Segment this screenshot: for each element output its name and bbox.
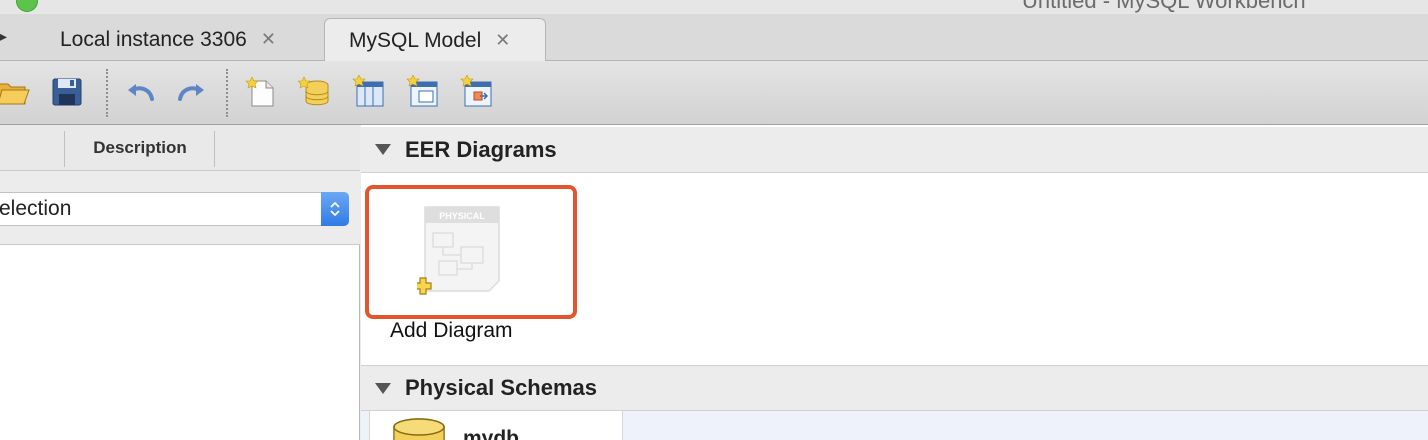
collapse-triangle-icon[interactable] [375,382,391,394]
column-divider[interactable] [214,131,215,167]
model-overview-panel: EER Diagrams PHYSICAL Add Diagram Physic… [361,125,1428,440]
selection-dropdown[interactable]: election [0,192,349,226]
tab-label: Local instance 3306 [60,27,247,51]
tab-label: MySQL Model [349,28,482,52]
eer-diagrams-header[interactable]: EER Diagrams [361,127,1428,173]
close-icon[interactable]: ✕ [495,30,510,51]
zoom-window-button[interactable] [16,0,38,12]
toolbar-separator [106,69,108,117]
schemas-list: mydb [361,411,1428,440]
add-schema-icon[interactable] [298,75,332,109]
tab-local-instance[interactable]: Local instance 3306 ✕ [36,18,326,61]
redo-icon[interactable] [174,75,208,109]
dropdown-stepper-icon[interactable] [321,192,349,226]
column-header: Description [0,125,360,171]
save-icon[interactable] [50,75,84,109]
collapse-triangle-icon[interactable] [375,144,391,155]
description-column-header[interactable]: Description [66,125,214,171]
physical-schemas-header[interactable]: Physical Schemas [361,365,1428,411]
add-table-icon[interactable] [352,75,386,109]
section-title: Physical Schemas [405,375,598,400]
tab-bar: ▸ Local instance 3306 ✕ MySQL Model ✕ [0,14,1428,62]
open-folder-icon[interactable] [0,75,30,109]
section-title: EER Diagrams [405,136,557,162]
left-sidebar: Description election [0,125,360,440]
database-icon [393,418,445,440]
column-divider[interactable] [64,131,65,167]
selection-area: election [0,171,360,245]
new-document-icon[interactable] [244,75,278,109]
add-diagram-icon[interactable]: PHYSICAL [417,203,509,301]
physical-label: PHYSICAL [439,211,485,221]
add-diagram-label[interactable]: Add Diagram [390,319,513,343]
window-title-bar: Untitled - MySQL Workbench [0,0,1428,14]
toolbar-separator [226,69,228,117]
schema-name: mydb [463,427,520,440]
selection-value: election [0,197,72,220]
window-title: Untitled - MySQL Workbench [1022,0,1306,13]
tab-scroll-left-icon[interactable]: ▸ [0,26,7,47]
schema-tab-mydb[interactable]: mydb [369,411,623,440]
tab-mysql-model[interactable]: MySQL Model ✕ [324,18,546,62]
undo-icon[interactable] [124,75,158,109]
add-view-icon[interactable] [406,75,440,109]
close-icon[interactable]: ✕ [261,29,276,50]
toolbar [0,61,1428,125]
add-routine-icon[interactable] [460,75,494,109]
add-diagram-highlight[interactable]: PHYSICAL [365,185,577,319]
